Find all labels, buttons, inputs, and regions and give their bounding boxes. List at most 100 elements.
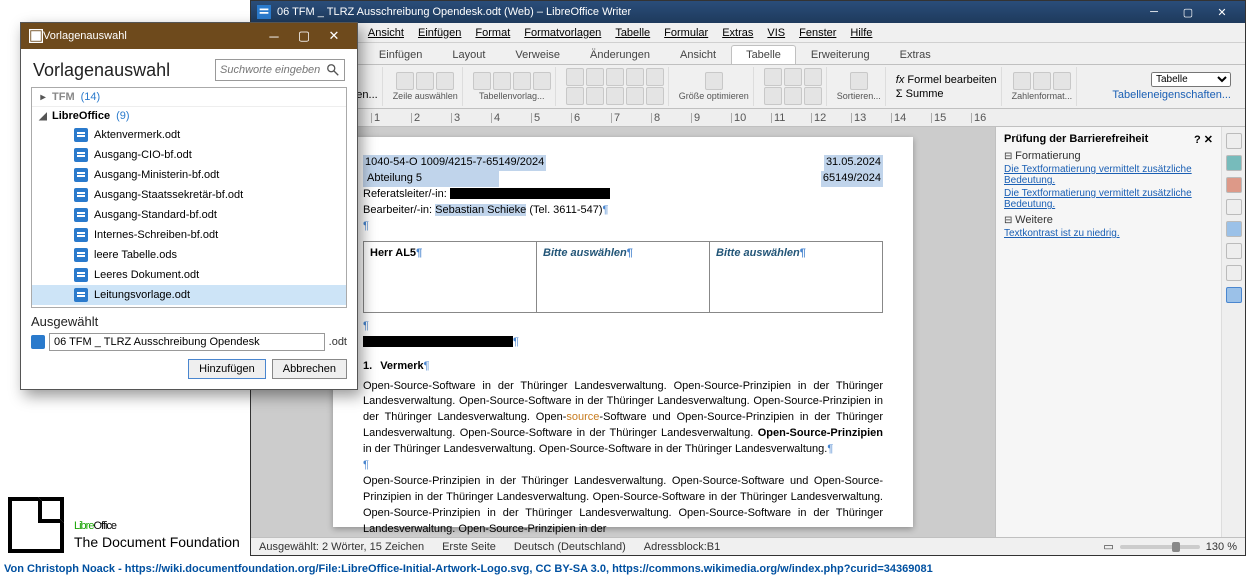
cancel-button[interactable]: Abbrechen bbox=[272, 359, 347, 379]
border-7-icon[interactable] bbox=[586, 87, 604, 105]
ribbon-group-sort: Sortieren... bbox=[833, 67, 886, 106]
align-bc-icon[interactable] bbox=[784, 87, 802, 105]
menu-fenster[interactable]: Fenster bbox=[793, 25, 842, 41]
select-col-icon[interactable] bbox=[416, 72, 434, 90]
a11y-issue-1[interactable]: Die Textformatierung vermittelt zusätzli… bbox=[1004, 164, 1213, 186]
tree-item[interactable]: Ausgang-Staatssekretär-bf.odt bbox=[32, 185, 346, 205]
deck-properties-icon[interactable] bbox=[1226, 133, 1242, 149]
sidepanel-close-icon[interactable]: ? ✕ bbox=[1194, 133, 1213, 146]
border-1-icon[interactable] bbox=[566, 68, 584, 86]
tree-group-libreoffice[interactable]: ◢LibreOffice (9) bbox=[32, 107, 346, 125]
tab-layout[interactable]: Layout bbox=[437, 45, 500, 64]
deck-styles-icon[interactable] bbox=[1226, 155, 1242, 171]
deck-navigator-icon[interactable] bbox=[1226, 199, 1242, 215]
a11y-issue-2[interactable]: Die Textformatierung vermittelt zusätzli… bbox=[1004, 188, 1213, 210]
zoom-view-icon[interactable]: ▭ bbox=[1103, 540, 1113, 553]
menu-einfügen[interactable]: Einfügen bbox=[412, 25, 467, 41]
body-paragraph-2: Open-Source-Prinzipien in der Thüringer … bbox=[363, 474, 883, 537]
menu-hilfe[interactable]: Hilfe bbox=[844, 25, 878, 41]
writer-titlebar[interactable]: 06 TFM _ TLRZ Ausschreibung Opendesk.odt… bbox=[251, 1, 1245, 23]
border-2-icon[interactable] bbox=[586, 68, 604, 86]
zoom-value[interactable]: 130 % bbox=[1206, 541, 1237, 553]
menu-formatvorlagen[interactable]: Formatvorlagen bbox=[518, 25, 607, 41]
tablestyle-1-icon[interactable] bbox=[473, 72, 491, 90]
align-br-icon[interactable] bbox=[804, 87, 822, 105]
deck-page-icon[interactable] bbox=[1226, 221, 1242, 237]
search-field[interactable] bbox=[215, 59, 345, 81]
tablestyle-2-icon[interactable] bbox=[493, 72, 511, 90]
menu-formular[interactable]: Formular bbox=[658, 25, 714, 41]
dialog-minimize[interactable]: ─ bbox=[259, 29, 289, 44]
status-page[interactable]: Erste Seite bbox=[442, 541, 496, 553]
deck-a11y-icon[interactable] bbox=[1226, 287, 1242, 303]
menu-ansicht[interactable]: Ansicht bbox=[362, 25, 410, 41]
tree-item[interactable]: Ausgang-Ministerin-bf.odt bbox=[32, 165, 346, 185]
tab-verweise[interactable]: Verweise bbox=[500, 45, 575, 64]
tree-group-tfm[interactable]: ▸TFM (14) bbox=[32, 88, 346, 107]
template-tree[interactable]: ▸TFM (14) ◢LibreOffice (9) Aktenvermerk.… bbox=[31, 87, 347, 308]
numfmt-1-icon[interactable] bbox=[1013, 72, 1031, 90]
border-9-icon[interactable] bbox=[626, 87, 644, 105]
tablestyle-3-icon[interactable] bbox=[513, 72, 531, 90]
select-cell-icon[interactable] bbox=[436, 72, 454, 90]
dialog-maximize[interactable]: ▢ bbox=[289, 28, 319, 44]
menu-extras[interactable]: Extras bbox=[716, 25, 759, 41]
select-row-icon[interactable] bbox=[396, 72, 414, 90]
menu-tabelle[interactable]: Tabelle bbox=[609, 25, 656, 41]
zoom-slider[interactable] bbox=[1120, 545, 1200, 549]
border-8-icon[interactable] bbox=[606, 87, 624, 105]
tree-item[interactable]: Ausgang-Standard-bf.odt bbox=[32, 205, 346, 225]
add-button[interactable]: Hinzufügen bbox=[188, 359, 266, 379]
optimize-icon[interactable] bbox=[705, 72, 723, 90]
table-props-link[interactable]: Tabelleneigenschaften... bbox=[1112, 89, 1231, 101]
align-bl-icon[interactable] bbox=[764, 87, 782, 105]
border-10-icon[interactable] bbox=[646, 87, 664, 105]
align-tl-icon[interactable] bbox=[764, 68, 782, 86]
numfmt-3-icon[interactable] bbox=[1053, 72, 1071, 90]
tree-item[interactable]: Leeres Dokument.odt bbox=[32, 265, 346, 285]
numfmt-2-icon[interactable] bbox=[1033, 72, 1051, 90]
menu-format[interactable]: Format bbox=[469, 25, 516, 41]
deck-gallery-icon[interactable] bbox=[1226, 177, 1242, 193]
ruler[interactable]: 1212345678910111213141516 bbox=[251, 109, 1245, 127]
zoom-control[interactable]: ▭ 130 % bbox=[1103, 540, 1237, 553]
dialog-titlebar[interactable]: Vorlagenauswahl ─ ▢ ✕ bbox=[21, 23, 357, 49]
border-3-icon[interactable] bbox=[606, 68, 624, 86]
a11y-issue-3[interactable]: Textkontrast ist zu niedrig. bbox=[1004, 228, 1213, 239]
tab-tabelle[interactable]: Tabelle bbox=[731, 45, 796, 64]
align-tc-icon[interactable] bbox=[784, 68, 802, 86]
tree-item[interactable]: Leitungsvorlage.odt bbox=[32, 285, 346, 305]
align-tr-icon[interactable] bbox=[804, 68, 822, 86]
status-lang[interactable]: Deutsch (Deutschland) bbox=[514, 541, 626, 553]
recipient-table[interactable]: Herr AL5¶ Bitte auswählen¶ Bitte auswähl… bbox=[363, 241, 883, 313]
tree-item[interactable]: Aktenvermerk.odt bbox=[32, 125, 346, 145]
deck-manage-icon[interactable] bbox=[1226, 265, 1242, 281]
tree-item[interactable]: Internes-Schreiben-bf.odt bbox=[32, 225, 346, 245]
table-name-select[interactable]: Tabelle bbox=[1151, 72, 1231, 87]
tree-item[interactable]: leere Tabelle.ods bbox=[32, 245, 346, 265]
page-scroll[interactable]: 1040-54-O 1009/4215-7-65149/2024 31.05.2… bbox=[251, 127, 995, 537]
minimize-button[interactable]: ─ bbox=[1137, 1, 1171, 23]
tab-einfügen[interactable]: Einfügen bbox=[364, 45, 437, 64]
menu-vis[interactable]: VIS bbox=[761, 25, 791, 41]
close-button[interactable]: ✕ bbox=[1205, 1, 1239, 23]
deck-style2-icon[interactable] bbox=[1226, 243, 1242, 259]
filename-input[interactable] bbox=[49, 333, 325, 351]
search-input[interactable] bbox=[220, 64, 326, 76]
border-4-icon[interactable] bbox=[626, 68, 644, 86]
tree-item[interactable]: Ausgang-CIO-bf.odt bbox=[32, 145, 346, 165]
sort-icon[interactable] bbox=[850, 72, 868, 90]
border-6-icon[interactable] bbox=[566, 87, 584, 105]
file-icon bbox=[74, 148, 88, 162]
tab-ansicht[interactable]: Ansicht bbox=[665, 45, 731, 64]
tab-extras[interactable]: Extras bbox=[885, 45, 946, 64]
tab-erweiterung[interactable]: Erweiterung bbox=[796, 45, 885, 64]
document-page[interactable]: 1040-54-O 1009/4215-7-65149/2024 31.05.2… bbox=[333, 137, 913, 527]
dialog-app-icon bbox=[29, 29, 43, 43]
dialog-heading: Vorlagenauswahl bbox=[33, 60, 170, 81]
tablestyle-4-icon[interactable] bbox=[533, 72, 551, 90]
border-5-icon[interactable] bbox=[646, 68, 664, 86]
tab-änderungen[interactable]: Änderungen bbox=[575, 45, 665, 64]
maximize-button[interactable]: ▢ bbox=[1171, 1, 1205, 23]
dialog-close[interactable]: ✕ bbox=[319, 28, 349, 44]
